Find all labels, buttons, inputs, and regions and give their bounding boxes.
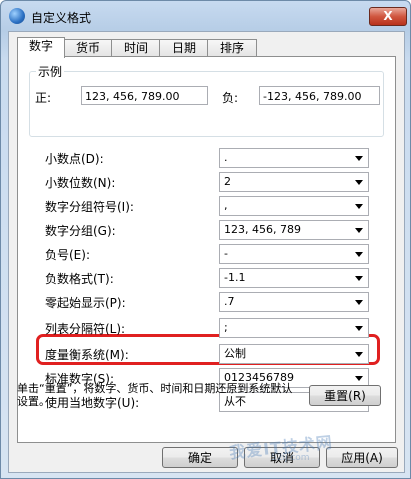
- measurement-system-label: 度量衡系统(M):: [45, 348, 129, 362]
- leading-zero-value: .7: [224, 295, 235, 308]
- negative-format-select[interactable]: -1.1: [219, 268, 369, 288]
- globe-icon: [9, 8, 25, 24]
- list-separator-label: 列表分隔符(L):: [45, 322, 126, 336]
- positive-sample-field: 123, 456, 789.00: [81, 86, 208, 105]
- decimal-symbol-value: .: [224, 151, 228, 164]
- measurement-system-value: 公制: [224, 347, 246, 360]
- chevron-down-icon: [355, 300, 363, 305]
- tab-time[interactable]: 时间: [111, 39, 161, 57]
- digit-grouping-label: 数字分组(G):: [45, 224, 116, 238]
- apply-button[interactable]: 应用(A): [326, 447, 398, 468]
- negative-format-value: -1.1: [224, 271, 246, 284]
- negative-sign-value: -: [224, 247, 228, 260]
- digit-grouping-select[interactable]: 123, 456, 789: [219, 220, 369, 240]
- digit-grouping-value: 123, 456, 789: [224, 223, 301, 236]
- chevron-down-icon: [355, 276, 363, 281]
- negative-sign-label: 负号(E):: [45, 248, 90, 262]
- negative-format-label: 负数格式(T):: [45, 272, 114, 286]
- list-separator-value: ;: [224, 321, 228, 334]
- decimal-symbol-label: 小数点(D):: [45, 152, 104, 166]
- tab-date[interactable]: 日期: [159, 39, 209, 57]
- decimal-digits-label: 小数位数(N):: [45, 176, 116, 190]
- dialog-body: 数字 货币 时间 日期 排序 示例 正: 123, 456, 789.00 负:…: [8, 31, 405, 473]
- sample-group: 示例 正: 123, 456, 789.00 负: -123, 456, 789…: [29, 63, 384, 137]
- chevron-down-icon: [355, 376, 363, 381]
- dialog-window: 自定义格式 X 数字 货币 时间 日期 排序 示例 正: 123, 456, 7…: [0, 0, 411, 479]
- tab-number[interactable]: 数字: [17, 37, 65, 58]
- negative-sample-field: -123, 456, 789.00: [259, 86, 380, 105]
- negative-sign-select[interactable]: -: [219, 244, 369, 264]
- digit-grouping-symbol-select[interactable]: ,: [219, 196, 369, 216]
- tab-sort[interactable]: 排序: [207, 39, 257, 57]
- chevron-down-icon: [355, 204, 363, 209]
- window-title: 自定义格式: [31, 11, 92, 25]
- digit-grouping-symbol-label: 数字分组符号(I):: [45, 200, 134, 214]
- measurement-system-select[interactable]: 公制: [219, 344, 369, 364]
- ok-button[interactable]: 确定: [162, 447, 238, 468]
- decimal-digits-select[interactable]: 2: [219, 172, 369, 192]
- watermark-url: 52ij.com: [271, 453, 310, 463]
- chevron-down-icon: [355, 352, 363, 357]
- reset-note: 单击“重置”，将数字、货币、时间和日期还原到系统默认设置。: [17, 382, 293, 408]
- tab-currency[interactable]: 货币: [63, 39, 113, 57]
- leading-zero-label: 零起始显示(P):: [45, 296, 126, 310]
- negative-label: 负:: [222, 91, 239, 105]
- decimal-symbol-select[interactable]: .: [219, 148, 369, 168]
- sample-legend: 示例: [36, 63, 65, 80]
- chevron-down-icon: [355, 228, 363, 233]
- chevron-down-icon: [355, 156, 363, 161]
- leading-zero-select[interactable]: .7: [219, 292, 369, 312]
- decimal-digits-value: 2: [224, 175, 231, 188]
- reset-button[interactable]: 重置(R): [309, 385, 381, 406]
- chevron-down-icon: [355, 252, 363, 257]
- chevron-down-icon: [355, 180, 363, 185]
- digit-grouping-symbol-value: ,: [224, 199, 228, 212]
- positive-label: 正:: [35, 91, 52, 105]
- list-separator-select[interactable]: ;: [219, 318, 369, 338]
- title-bar[interactable]: 自定义格式 X: [1, 1, 410, 31]
- close-button[interactable]: X: [369, 7, 407, 26]
- chevron-down-icon: [355, 326, 363, 331]
